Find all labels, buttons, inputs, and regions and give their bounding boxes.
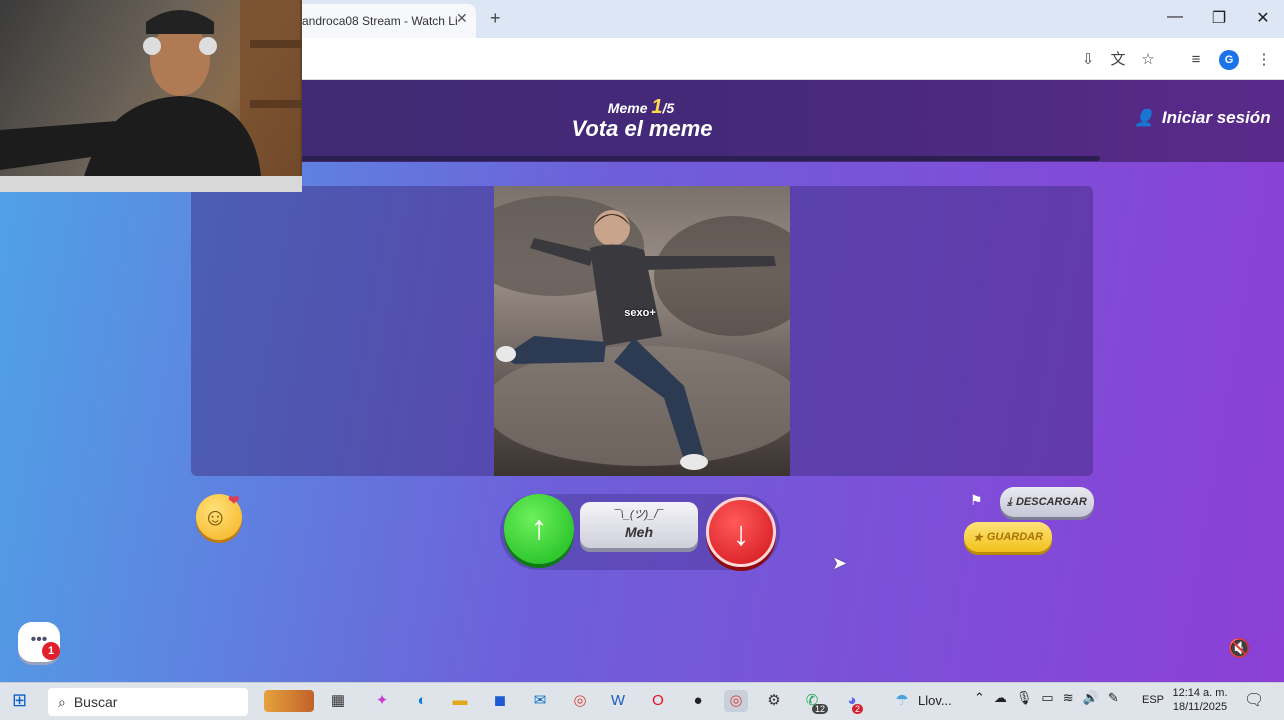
meme-illustration [494,196,790,470]
meme-current-number: 1 [651,96,663,118]
media-control-icon[interactable]: ≡ [1186,50,1206,70]
cloud-icon[interactable]: ☁ [994,690,1007,706]
sound-muted-icon[interactable]: 🔇 [1228,638,1250,659]
shrug-emoticon: ¯\_(ツ)_/¯ [614,509,664,521]
windows-start-icon[interactable]: ⊞ [12,690,27,711]
system-tray: ⌃ ☁ 🎙 ▭ ≋ 🔊 ✎ [974,690,1119,706]
search-highlight-image [264,690,314,712]
clock-date: 18/11/2025 [1172,701,1228,713]
header-divider [300,156,1100,161]
notifications-icon[interactable]: 🗨 [1244,690,1264,710]
browser-tab[interactable]: androca08 Stream - Watch Li [296,4,476,38]
discord-badge: 2 [852,704,864,714]
word-icon[interactable]: W [606,690,630,712]
app-icon[interactable]: ● [686,690,710,712]
weather-icon[interactable]: ☂ [890,690,914,712]
meme-counter-prefix: Meme [607,100,652,116]
download-button[interactable]: ⤓ DESCARGAR [1000,487,1094,517]
profile-avatar[interactable]: G [1219,50,1239,70]
weather-label[interactable]: Llov... [918,693,952,708]
smiley-face-icon: ☺ [203,504,228,531]
report-flag-icon[interactable]: ⚑ [970,492,983,509]
minimize-button[interactable]: — [1160,8,1190,26]
chevron-up-icon[interactable]: ⌃ [974,690,985,706]
save-label: GUARDAR [986,531,1044,543]
taskbar-search[interactable]: ⌕ Buscar [48,688,248,716]
login-label: Iniciar sesión [1161,108,1271,127]
meme-caption: sexo+ [624,307,656,319]
translate-icon[interactable]: 文 [1108,50,1128,70]
pen-icon[interactable]: ✎ [1108,690,1119,706]
taskbar-search-label: Buscar [73,694,118,710]
opera-icon[interactable]: O [646,690,670,712]
search-icon: ⌕ [58,693,66,710]
download-icon: ⤓ [1007,495,1012,508]
meh-button[interactable]: ¯\_(ツ)_/¯ Meh [580,502,698,548]
tab-close-icon[interactable]: ✕ [456,10,468,27]
page-title: Vota el meme [571,116,713,141]
new-tab-button[interactable]: + [490,8,501,29]
save-button[interactable]: ★ GUARDAR [964,522,1052,552]
edge-icon[interactable]: ◐ [410,690,434,712]
star-icon: ★ [972,531,983,544]
tab-title: androca08 Stream - Watch Li [302,14,458,28]
file-explorer-icon[interactable]: ▬ [448,690,472,712]
settings-gear-icon[interactable]: ⚙ [762,690,786,712]
meh-label: Meh [625,524,653,540]
downvote-button[interactable]: ↓ [706,497,776,567]
browser-menu-icon[interactable]: ⋮ [1254,50,1274,70]
chrome-active-icon[interactable]: ◎ [724,690,748,712]
whatsapp-badge: 12 [812,704,829,714]
taskbar-clock[interactable]: 12:14 a. m. 18/11/2025 [1168,686,1232,714]
window-close-button[interactable]: ✕ [1248,8,1278,28]
download-label: DESCARGAR [1015,496,1087,508]
heart-icon: ❤ [228,492,240,508]
install-app-icon[interactable]: ⇩ [1078,50,1098,70]
login-button[interactable]: 👤 Iniciar sesión [1134,108,1271,128]
microphone-icon[interactable]: 🎙 [1016,690,1033,706]
maximize-button[interactable]: ❐ [1204,8,1234,28]
bookmark-star-icon[interactable]: ☆ [1138,50,1158,70]
mouse-cursor-icon: ➤ [832,553,848,573]
language-indicator[interactable]: ESP [1142,694,1164,706]
store-icon[interactable]: ◼ [488,690,512,712]
clock-time: 12:14 a. m. [1172,687,1228,699]
streamer-webcam-illustration [0,0,302,192]
webcam-overlay [0,0,302,192]
wifi-icon[interactable]: ≋ [1063,690,1074,706]
volume-icon[interactable]: 🔊 [1083,690,1099,706]
upvote-button[interactable]: ↑ [504,494,574,564]
chrome-icon[interactable]: ◎ [568,690,592,712]
meme-image [494,186,790,476]
chat-notification-badge: 1 [42,642,60,660]
meme-total: /5 [662,100,675,116]
copilot-icon[interactable]: ✦ [370,690,394,712]
user-icon: 👤 [1134,110,1154,127]
task-view-icon[interactable]: ▦ [326,690,350,712]
outlook-icon[interactable]: ✉ [528,690,552,712]
battery-icon[interactable]: ▭ [1041,690,1053,706]
